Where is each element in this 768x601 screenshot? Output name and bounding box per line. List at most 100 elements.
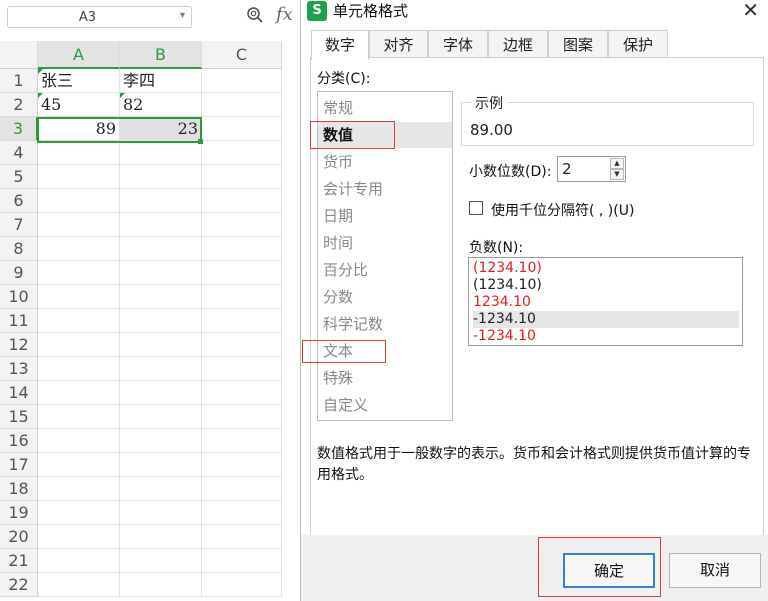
empty-cell[interactable] (120, 141, 202, 165)
cell-b1[interactable]: 李四 (120, 69, 202, 93)
empty-cell[interactable] (120, 501, 202, 525)
empty-cell[interactable] (38, 501, 120, 525)
row-header-1[interactable]: 1 (0, 69, 38, 93)
row-header-17[interactable]: 17 (0, 453, 38, 477)
empty-cell[interactable] (38, 453, 120, 477)
row-header-14[interactable]: 14 (0, 381, 38, 405)
empty-cell[interactable] (202, 357, 282, 381)
negative-option-red-parens[interactable]: (1234.10) (473, 260, 739, 277)
cancel-button[interactable]: 取消 (669, 553, 761, 588)
empty-cell[interactable] (38, 573, 120, 597)
row-header-4[interactable]: 4 (0, 141, 38, 165)
empty-cell[interactable] (38, 549, 120, 573)
empty-cell[interactable] (120, 405, 202, 429)
empty-cell[interactable] (38, 357, 120, 381)
ok-button[interactable]: 确定 (563, 553, 655, 588)
row-header-12[interactable]: 12 (0, 333, 38, 357)
increment-arrow-icon[interactable]: ▲ (610, 158, 624, 169)
row-header-20[interactable]: 20 (0, 525, 38, 549)
empty-cell[interactable] (38, 285, 120, 309)
close-icon[interactable]: ✕ (742, 0, 759, 22)
row-header-10[interactable]: 10 (0, 285, 38, 309)
decrement-arrow-icon[interactable]: ▼ (610, 169, 624, 180)
tab-font[interactable]: 字体 (428, 30, 488, 58)
negative-option-parens[interactable]: (1234.10) (473, 277, 739, 294)
empty-cell[interactable] (38, 381, 120, 405)
row-header-22[interactable]: 22 (0, 573, 38, 597)
empty-cell[interactable] (38, 213, 120, 237)
empty-cell[interactable] (202, 381, 282, 405)
tab-alignment[interactable]: 对齐 (369, 30, 428, 58)
negative-option-red[interactable]: 1234.10 (473, 294, 739, 311)
row-header-2[interactable]: 2 (0, 93, 38, 117)
empty-cell[interactable] (120, 165, 202, 189)
empty-cell[interactable] (202, 429, 282, 453)
cell-a1[interactable]: 张三 (38, 69, 120, 93)
row-header-5[interactable]: 5 (0, 165, 38, 189)
row-header-18[interactable]: 18 (0, 477, 38, 501)
category-item-text[interactable]: 文本 (318, 338, 452, 364)
empty-cell[interactable] (202, 501, 282, 525)
column-header-a[interactable]: A (38, 41, 120, 69)
empty-cell[interactable] (120, 525, 202, 549)
name-box[interactable]: A3 ▾ (7, 6, 192, 28)
tab-pattern[interactable]: 图案 (548, 30, 608, 58)
empty-cell[interactable] (120, 429, 202, 453)
empty-cell[interactable] (38, 261, 120, 285)
empty-cell[interactable] (38, 477, 120, 501)
row-header-11[interactable]: 11 (0, 309, 38, 333)
empty-cell[interactable] (202, 117, 282, 141)
empty-cell[interactable] (120, 477, 202, 501)
category-item-accounting[interactable]: 会计专用 (318, 176, 452, 202)
empty-cell[interactable] (38, 333, 120, 357)
chevron-down-icon[interactable]: ▾ (180, 10, 185, 21)
row-header-7[interactable]: 7 (0, 213, 38, 237)
empty-cell[interactable] (38, 405, 120, 429)
zoom-search-icon[interactable] (246, 6, 264, 29)
thousands-separator-checkbox[interactable] (469, 201, 483, 215)
empty-cell[interactable] (202, 405, 282, 429)
category-item-custom[interactable]: 自定义 (318, 392, 452, 418)
empty-cell[interactable] (120, 213, 202, 237)
empty-cell[interactable] (202, 453, 282, 477)
empty-cell[interactable] (120, 573, 202, 597)
empty-cell[interactable] (38, 189, 120, 213)
thousands-separator-label[interactable]: 使用千位分隔符( , )(U) (491, 200, 634, 220)
empty-cell[interactable] (202, 573, 282, 597)
empty-cell[interactable] (38, 309, 120, 333)
category-item-special[interactable]: 特殊 (318, 365, 452, 391)
cell-b2[interactable]: 82 (120, 93, 202, 117)
category-item-scientific[interactable]: 科学记数 (318, 311, 452, 337)
empty-cell[interactable] (202, 93, 282, 117)
empty-cell[interactable] (38, 525, 120, 549)
empty-cell[interactable] (202, 477, 282, 501)
empty-cell[interactable] (120, 261, 202, 285)
empty-cell[interactable] (120, 285, 202, 309)
empty-cell[interactable] (120, 357, 202, 381)
cell-a2[interactable]: 45 (38, 93, 120, 117)
row-header-9[interactable]: 9 (0, 261, 38, 285)
category-item-general[interactable]: 常规 (318, 95, 452, 121)
row-header-15[interactable]: 15 (0, 405, 38, 429)
tab-number[interactable]: 数字 (311, 30, 369, 60)
negative-numbers-list[interactable]: (1234.10) (1234.10) 1234.10 -1234.10 -12… (468, 257, 743, 346)
empty-cell[interactable] (202, 213, 282, 237)
empty-cell[interactable] (202, 237, 282, 261)
empty-cell[interactable] (120, 381, 202, 405)
select-all-corner[interactable] (0, 41, 38, 69)
category-item-percentage[interactable]: 百分比 (318, 257, 452, 283)
category-item-number[interactable]: 数值 (318, 122, 452, 148)
empty-cell[interactable] (38, 237, 120, 261)
empty-cell[interactable] (202, 141, 282, 165)
empty-cell[interactable] (202, 333, 282, 357)
fx-icon[interactable]: fx (276, 4, 293, 25)
empty-cell[interactable] (202, 165, 282, 189)
row-header-13[interactable]: 13 (0, 357, 38, 381)
category-item-date[interactable]: 日期 (318, 203, 452, 229)
tab-protection[interactable]: 保护 (608, 30, 668, 58)
empty-cell[interactable] (202, 549, 282, 573)
empty-cell[interactable] (202, 309, 282, 333)
empty-cell[interactable] (38, 429, 120, 453)
empty-cell[interactable] (202, 525, 282, 549)
category-item-currency[interactable]: 货币 (318, 149, 452, 175)
